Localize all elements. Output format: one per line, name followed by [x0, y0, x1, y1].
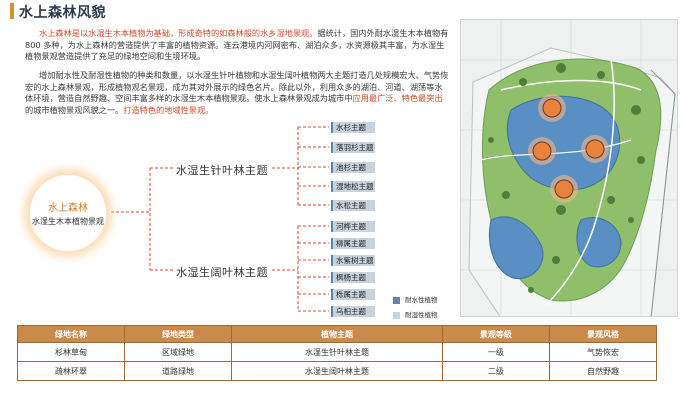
legend-swatch: [393, 311, 400, 319]
legend-swatch: [393, 296, 400, 304]
table-header-cell: 景观等级: [441, 325, 550, 343]
species-tag-conifer: 湿地松主题: [331, 181, 375, 192]
table-cell: 二级: [441, 361, 550, 381]
table-cell: 自然野趣: [548, 361, 658, 381]
table-cell: 气势恢宏: [548, 342, 658, 362]
species-tag-conifer: 水杉主题: [331, 122, 375, 133]
table-cell: 疏林环翠: [16, 361, 126, 381]
table-cell: 水湿生阔叶林主题: [231, 361, 443, 381]
table-cell: 道路绿地: [124, 361, 233, 381]
table-row: 疏林环翠 道路绿地 水湿生阔叶林主题 二级 自然野趣: [16, 361, 658, 381]
connector-leaves-1: [298, 126, 329, 206]
species-tag-broadleaf: 乌桕主题: [331, 306, 375, 317]
species-tag-broadleaf: 栎属主题: [331, 289, 375, 300]
legend-item-water-tolerant: 耐水性植物: [393, 294, 438, 304]
table-row: 杉林草甸 区域绿地 水湿生针叶林主题 一级 气势恢宏: [16, 342, 658, 362]
map-marker: [532, 141, 552, 161]
table-cell: 杉林草甸: [16, 342, 126, 362]
table-header-cell: 绿地类型: [124, 325, 233, 343]
table-header-cell: 绿地名称: [16, 325, 126, 343]
central-node: 水上森林 水湿生木本植物景观: [30, 175, 106, 251]
central-node-subtitle: 水湿生木本植物景观: [32, 217, 104, 226]
central-node-title: 水上森林: [48, 203, 88, 214]
species-tag-conifer: 落羽杉主题: [331, 142, 375, 153]
species-tag-broadleaf: 水紫树主题: [331, 255, 375, 266]
landscape-table: 绿地名称 绿地类型 植物主题 景观等级 景观风格 杉林草甸 区域绿地 水湿生针叶…: [16, 325, 658, 381]
species-tag-broadleaf: 河桦主题: [331, 221, 375, 232]
table-header-row: 绿地名称 绿地类型 植物主题 景观等级 景观风格: [16, 325, 658, 343]
legend-label: 耐湿性植物: [405, 311, 438, 319]
connector-leaves-2: [298, 225, 329, 312]
table-header-cell: 植物主题: [231, 325, 443, 343]
table-cell: 区域绿地: [124, 342, 233, 362]
legend-item-wet-tolerant: 耐湿性植物: [393, 309, 438, 319]
table-cell: 一级: [441, 342, 550, 362]
map-marker: [542, 98, 562, 118]
site-plan-map: [460, 19, 678, 317]
species-tag-broadleaf: 枫杨主题: [331, 272, 375, 283]
species-tag-broadleaf: 柳属主题: [331, 238, 375, 249]
species-tag-conifer: 池杉主题: [331, 162, 375, 173]
site-plan-drawing: [461, 20, 677, 316]
legend-label: 耐水性植物: [405, 296, 438, 304]
table-header-cell: 景观风格: [548, 325, 658, 343]
map-marker: [554, 179, 574, 199]
map-marker: [585, 139, 605, 159]
table-cell: 水湿生针叶林主题: [231, 342, 443, 362]
theme-broadleaf-label: 水湿生阔叶林主题: [176, 266, 268, 279]
theme-conifer-label: 水湿生针叶林主题: [176, 164, 268, 177]
species-tag-conifer: 水松主题: [331, 200, 375, 211]
